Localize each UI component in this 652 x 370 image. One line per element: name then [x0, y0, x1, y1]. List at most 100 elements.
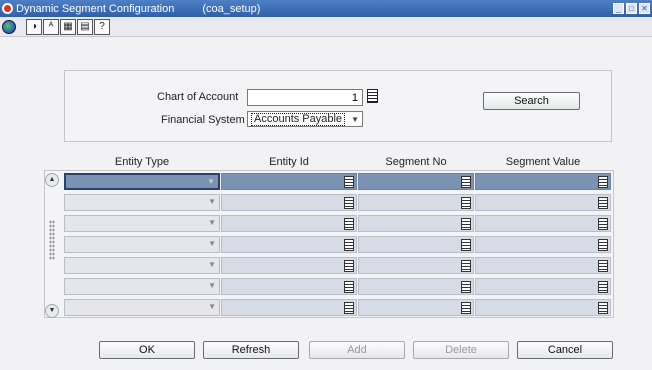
table-row[interactable]: ▼: [62, 213, 614, 233]
cancel-button[interactable]: Cancel: [517, 341, 613, 359]
lookup-icon[interactable]: [344, 281, 354, 293]
financial-system-select[interactable]: Accounts Payable ▼: [247, 111, 363, 127]
minimize-icon[interactable]: _: [613, 3, 624, 14]
entity-id-cell[interactable]: [221, 299, 357, 316]
segment-value-cell[interactable]: [475, 173, 611, 190]
segment-no-cell[interactable]: [358, 236, 474, 253]
chevron-down-icon: ▼: [207, 177, 215, 186]
segment-value-cell[interactable]: [475, 194, 611, 211]
lookup-icon[interactable]: [461, 239, 471, 251]
table-row[interactable]: ▼: [62, 255, 614, 275]
calendar-icon[interactable]: ▦: [60, 18, 76, 35]
lookup-icon[interactable]: [598, 239, 608, 251]
chart-of-account-lookup-icon[interactable]: [367, 89, 378, 103]
lookup-icon[interactable]: [461, 197, 471, 209]
chart-of-account-label: Chart of Account: [157, 91, 239, 103]
lookup-icon[interactable]: [461, 218, 471, 230]
entity-id-cell[interactable]: [221, 215, 357, 232]
scroll-up-icon[interactable]: ▲: [45, 173, 59, 187]
table-row[interactable]: ▼: [62, 276, 614, 296]
segment-no-cell[interactable]: [358, 215, 474, 232]
segment-value-cell[interactable]: [475, 236, 611, 253]
chevron-down-icon: ▼: [208, 281, 216, 290]
lookup-icon[interactable]: [344, 197, 354, 209]
segment-no-cell[interactable]: [358, 278, 474, 295]
lookup-icon[interactable]: [344, 176, 354, 188]
chevron-down-icon: ▼: [208, 197, 216, 206]
table-row[interactable]: ▼: [62, 234, 614, 254]
segment-value-cell[interactable]: [475, 278, 611, 295]
chevron-down-icon: ▼: [208, 218, 216, 227]
segment-no-cell[interactable]: [358, 194, 474, 211]
window-module: (coa_setup): [202, 2, 261, 15]
lookup-icon[interactable]: [344, 239, 354, 251]
scroll-down-icon[interactable]: ▼: [45, 304, 59, 318]
segment-no-cell[interactable]: [358, 257, 474, 274]
entity-id-cell[interactable]: [221, 278, 357, 295]
entity-type-cell[interactable]: ▼: [64, 173, 220, 190]
lookup-icon[interactable]: [598, 281, 608, 293]
globe-icon[interactable]: [2, 19, 16, 34]
table-row[interactable]: ▼: [62, 192, 614, 212]
entity-id-cell[interactable]: [221, 194, 357, 211]
app-icon: [2, 3, 13, 14]
delete-button[interactable]: Delete: [413, 341, 509, 359]
table-row[interactable]: ▼: [62, 171, 614, 191]
chevron-down-icon: ▼: [208, 302, 216, 311]
entity-type-cell[interactable]: ▼: [64, 257, 220, 274]
lookup-icon[interactable]: [598, 260, 608, 272]
lookup-icon[interactable]: [598, 218, 608, 230]
ok-button-label: OK: [139, 344, 155, 356]
financial-system-value: Accounts Payable: [251, 113, 346, 126]
wizard-icon[interactable]: ◑: [26, 18, 42, 35]
table-row[interactable]: ▼: [62, 297, 614, 317]
chart-of-account-field[interactable]: [247, 89, 363, 106]
entity-type-cell[interactable]: ▼: [64, 194, 220, 211]
ok-button[interactable]: OK: [99, 341, 195, 359]
close-icon[interactable]: ✕: [639, 3, 650, 14]
segment-no-cell[interactable]: [358, 299, 474, 316]
segment-value-cell[interactable]: [475, 215, 611, 232]
financial-system-label: Financial System: [161, 114, 245, 126]
toolbar: ◑ ᴬ ▦ ▤ ?: [0, 17, 652, 37]
lookup-icon[interactable]: [598, 176, 608, 188]
delete-button-label: Delete: [445, 344, 477, 356]
lookup-icon[interactable]: [344, 218, 354, 230]
search-button-label: Search: [514, 95, 549, 107]
entity-type-cell[interactable]: ▼: [64, 215, 220, 232]
help-icon[interactable]: ?: [94, 18, 110, 35]
lookup-icon[interactable]: [461, 281, 471, 293]
print-icon[interactable]: ▤: [77, 18, 93, 35]
spell-icon[interactable]: ᴬ: [43, 18, 59, 35]
refresh-button[interactable]: Refresh: [203, 341, 299, 359]
cancel-button-label: Cancel: [547, 344, 583, 356]
entity-type-cell[interactable]: ▼: [64, 278, 220, 295]
chevron-down-icon: ▼: [208, 239, 216, 248]
segment-value-cell[interactable]: [475, 299, 611, 316]
maximize-icon[interactable]: □: [626, 3, 637, 14]
column-header-segment-value: Segment Value: [505, 156, 581, 168]
grip-handle-icon[interactable]: [49, 220, 55, 260]
title-bar: Dynamic Segment Configuration (coa_setup…: [0, 0, 652, 17]
lookup-icon[interactable]: [344, 302, 354, 314]
entity-id-cell[interactable]: [221, 257, 357, 274]
search-button[interactable]: Search: [483, 92, 580, 110]
entity-id-cell[interactable]: [221, 236, 357, 253]
lookup-icon[interactable]: [461, 302, 471, 314]
chevron-down-icon: ▼: [351, 115, 359, 124]
refresh-button-label: Refresh: [231, 344, 271, 356]
entity-id-cell[interactable]: [221, 173, 357, 190]
chevron-down-icon: ▼: [208, 260, 216, 269]
lookup-icon[interactable]: [598, 302, 608, 314]
lookup-icon[interactable]: [461, 176, 471, 188]
lookup-icon[interactable]: [598, 197, 608, 209]
entity-type-cell[interactable]: ▼: [64, 299, 220, 316]
lookup-icon[interactable]: [344, 260, 354, 272]
column-header-entity-type: Entity Type: [114, 156, 170, 168]
segment-value-cell[interactable]: [475, 257, 611, 274]
entity-type-cell[interactable]: ▼: [64, 236, 220, 253]
lookup-icon[interactable]: [461, 260, 471, 272]
window-title: Dynamic Segment Configuration: [16, 2, 175, 15]
add-button[interactable]: Add: [309, 341, 405, 359]
segment-no-cell[interactable]: [358, 173, 474, 190]
